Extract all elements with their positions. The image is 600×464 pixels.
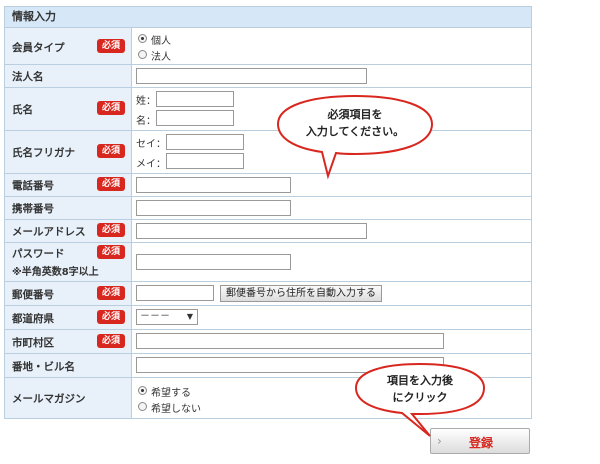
- password-label: パスワード: [12, 248, 65, 260]
- furigana-sei-input[interactable]: [166, 134, 244, 150]
- zip-label: 郵便番号: [12, 289, 54, 301]
- click-callout: 項目を入力後 にクリック: [350, 362, 490, 442]
- registration-form: 情報入力 会員タイプ 必須 個人 法人 法人名 氏名 必須 姓： 名： 氏名フリ…: [4, 6, 532, 419]
- row-furigana: 氏名フリガナ 必須 セイ： メイ：: [5, 131, 531, 174]
- city-input[interactable]: [136, 333, 444, 349]
- row-member-type: 会員タイプ 必須 個人 法人: [5, 28, 531, 65]
- row-name: 氏名 必須 姓： 名：: [5, 88, 531, 131]
- member-type-corporate-radio[interactable]: [138, 50, 147, 59]
- prefecture-label: 都道府県: [12, 313, 54, 325]
- row-mobile: 携帯番号: [5, 197, 531, 220]
- password-input[interactable]: [136, 254, 291, 270]
- phone-input[interactable]: [136, 177, 291, 193]
- required-callout-line2: 入力してください。: [305, 125, 405, 138]
- prefecture-select-value: －－－: [140, 311, 170, 322]
- member-type-individual-label: 個人: [151, 36, 171, 47]
- newsletter-label: メールマガジン: [12, 393, 86, 405]
- row-zip: 郵便番号 必須 郵便番号から住所を自動入力する: [5, 282, 531, 306]
- required-badge: 必須: [97, 101, 125, 115]
- row-password: パスワード 必須 ※半角英数8字以上: [5, 243, 531, 282]
- email-label: メールアドレス: [12, 226, 86, 238]
- furigana-mei-label: メイ：: [136, 159, 166, 170]
- name-label: 氏名: [12, 104, 33, 116]
- company-label: 法人名: [12, 71, 44, 83]
- newsletter-no-label: 希望しない: [151, 404, 201, 415]
- member-type-corporate-label: 法人: [151, 52, 171, 63]
- email-input[interactable]: [136, 223, 367, 239]
- last-name-label: 姓：: [136, 96, 156, 107]
- password-note: ※半角英数8字以上: [12, 267, 99, 278]
- furigana-sei-label: セイ：: [136, 139, 166, 150]
- zip-input[interactable]: [136, 285, 214, 301]
- city-label: 市町村区: [12, 337, 54, 349]
- newsletter-yes-radio[interactable]: [138, 386, 147, 395]
- row-city: 市町村区 必須: [5, 330, 531, 354]
- first-name-input[interactable]: [156, 110, 234, 126]
- click-callout-line1: 項目を入力後: [387, 374, 453, 387]
- required-badge: 必須: [97, 310, 125, 324]
- row-prefecture: 都道府県 必須 －－－ ▼: [5, 306, 531, 330]
- click-callout-line2: にクリック: [392, 391, 448, 404]
- chevron-down-icon: ▼: [186, 312, 193, 321]
- newsletter-yes-label: 希望する: [151, 388, 191, 399]
- required-badge: 必須: [97, 286, 125, 300]
- zip-autofill-button[interactable]: 郵便番号から住所を自動入力する: [220, 285, 382, 302]
- prefecture-select[interactable]: －－－ ▼: [136, 309, 198, 325]
- address-label: 番地・ビル名: [12, 361, 75, 373]
- required-badge: 必須: [97, 39, 125, 53]
- required-badge: 必須: [97, 334, 125, 348]
- mobile-input[interactable]: [136, 200, 291, 216]
- phone-label: 電話番号: [12, 180, 54, 192]
- last-name-input[interactable]: [156, 91, 234, 107]
- member-type-individual-radio[interactable]: [138, 34, 147, 43]
- form-header: 情報入力: [5, 7, 531, 28]
- first-name-label: 名：: [136, 116, 156, 127]
- company-input[interactable]: [136, 68, 367, 84]
- furigana-label: 氏名フリガナ: [12, 147, 75, 159]
- furigana-mei-input[interactable]: [166, 153, 244, 169]
- required-badge: 必須: [97, 223, 125, 237]
- member-type-label: 会員タイプ: [12, 42, 65, 54]
- required-badge: 必須: [97, 144, 125, 158]
- mobile-label: 携帯番号: [12, 203, 54, 215]
- required-callout: 必須項目を 入力してください。: [270, 92, 440, 182]
- row-phone: 電話番号 必須: [5, 174, 531, 197]
- row-email: メールアドレス 必須: [5, 220, 531, 243]
- row-company: 法人名: [5, 65, 531, 88]
- required-badge: 必須: [97, 177, 125, 191]
- required-callout-line1: 必須項目を: [327, 108, 383, 121]
- newsletter-no-radio[interactable]: [138, 402, 147, 411]
- required-badge: 必須: [97, 245, 125, 259]
